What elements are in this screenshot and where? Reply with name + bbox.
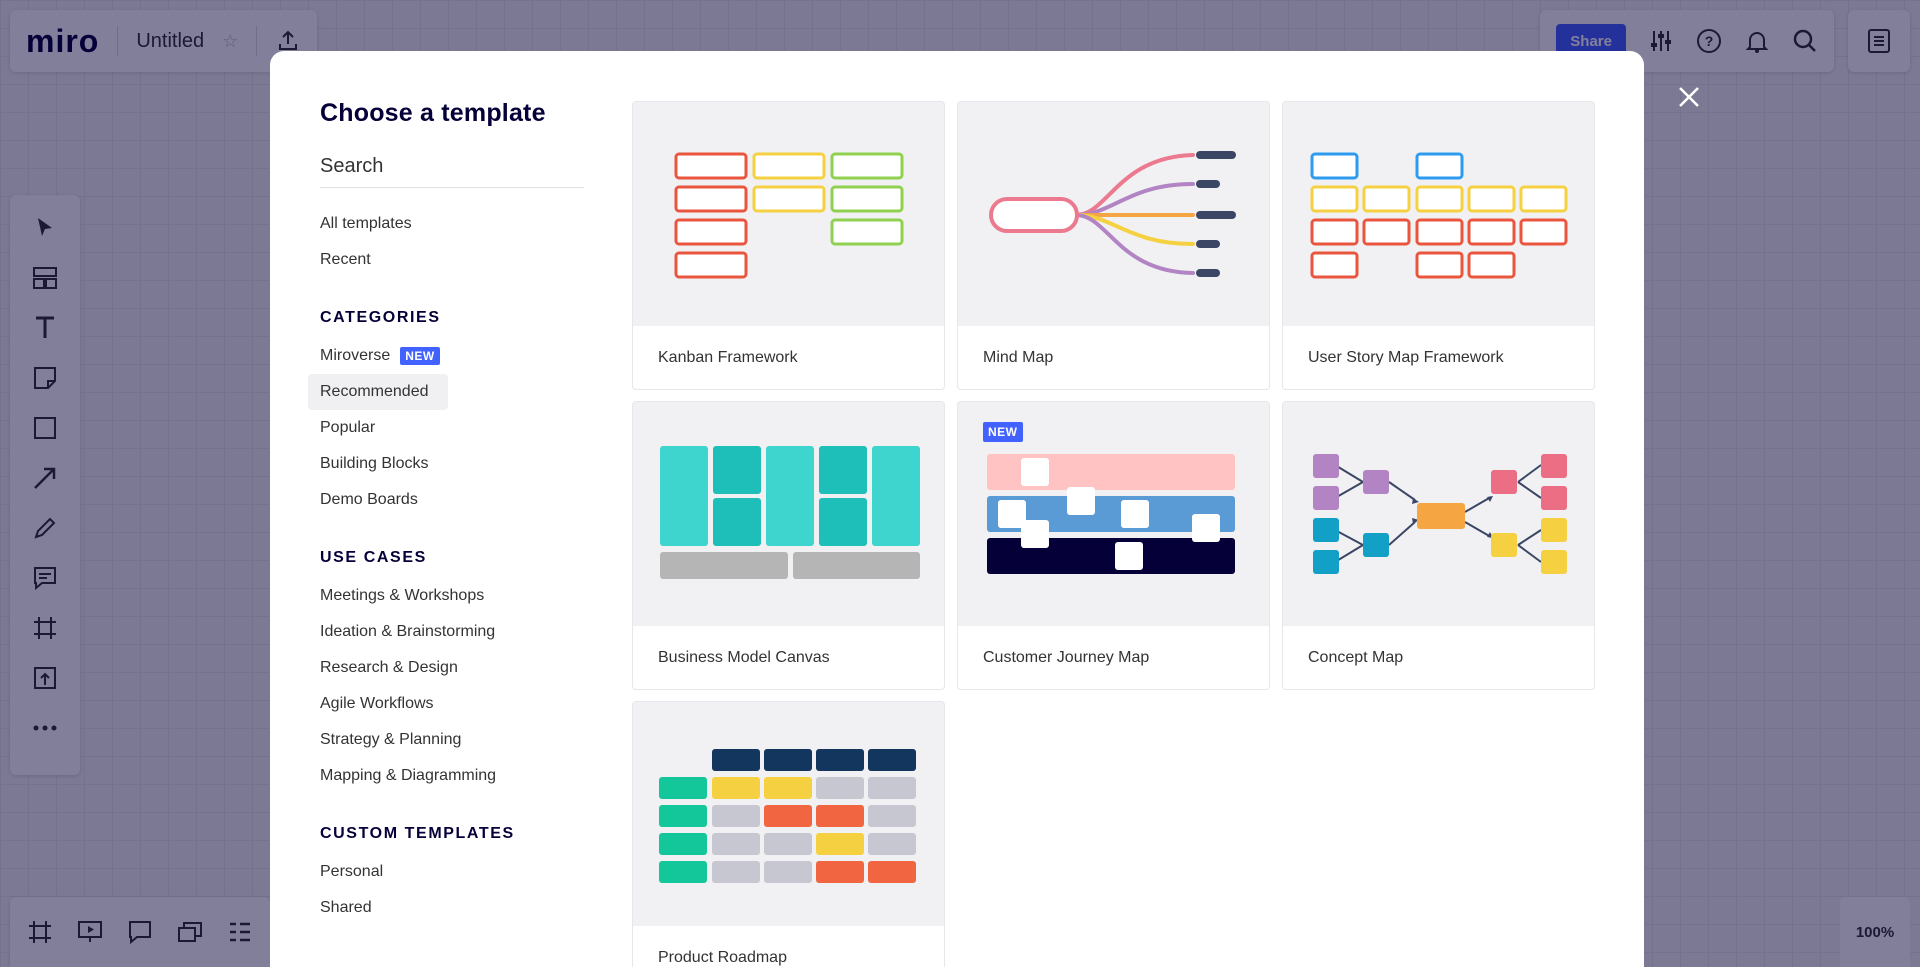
template-card-user-story-map[interactable]: User Story Map Framework xyxy=(1282,101,1595,390)
template-search-input[interactable] xyxy=(320,152,584,188)
template-card-label: Business Model Canvas xyxy=(658,649,830,666)
nav-use-case-meetings[interactable]: Meetings & Workshops xyxy=(320,578,584,614)
modal-title: Choose a template xyxy=(320,99,546,127)
nav-item-label: Miroverse xyxy=(320,347,391,364)
nav-category-miroverse[interactable]: Miroverse NEW xyxy=(320,338,584,374)
nav-custom-personal[interactable]: Personal xyxy=(320,854,584,890)
nav-top-list: All templates Recent xyxy=(320,206,584,278)
nav-category-popular[interactable]: Popular xyxy=(320,410,584,446)
template-card-label: Concept Map xyxy=(1308,649,1404,666)
nav-use-case-research[interactable]: Research & Design xyxy=(320,650,584,686)
template-card-label: Product Roadmap xyxy=(658,949,787,966)
template-card-product-roadmap[interactable]: Product Roadmap xyxy=(632,701,945,967)
nav-use-case-ideation[interactable]: Ideation & Brainstorming xyxy=(320,614,584,650)
new-badge: NEW xyxy=(400,347,440,365)
template-thumbnail xyxy=(633,402,944,626)
template-card-mind-map[interactable]: Mind Map xyxy=(957,101,1270,390)
new-badge: NEW xyxy=(983,422,1023,442)
template-thumbnail xyxy=(1283,102,1594,326)
template-thumbnail xyxy=(958,102,1269,326)
nav-category-recommended[interactable]: Recommended xyxy=(308,374,448,410)
nav-category-building-blocks[interactable]: Building Blocks xyxy=(320,446,584,482)
nav-category-demo-boards[interactable]: Demo Boards xyxy=(320,482,584,518)
use-cases-heading: USE CASES xyxy=(320,549,427,566)
nav-use-case-mapping[interactable]: Mapping & Diagramming xyxy=(320,758,584,794)
template-card-label: Customer Journey Map xyxy=(983,649,1150,666)
template-thumbnail xyxy=(633,702,944,926)
template-card-label: Mind Map xyxy=(983,349,1054,366)
template-card-kanban[interactable]: Kanban Framework xyxy=(632,101,945,390)
template-thumbnail xyxy=(633,102,944,326)
template-card-business-model-canvas[interactable]: Business Model Canvas xyxy=(632,401,945,690)
template-thumbnail xyxy=(1283,402,1594,626)
nav-all-templates[interactable]: All templates xyxy=(320,206,584,242)
template-sidebar: Choose a template All templates Recent C… xyxy=(308,99,584,926)
template-card-label: User Story Map Framework xyxy=(1308,349,1504,366)
close-modal-button[interactable] xyxy=(1674,82,1704,112)
categories-heading: CATEGORIES xyxy=(320,309,441,326)
nav-use-case-agile[interactable]: Agile Workflows xyxy=(320,686,584,722)
template-card-concept-map[interactable]: Concept Map xyxy=(1282,401,1595,690)
nav-custom-shared[interactable]: Shared xyxy=(320,890,584,926)
nav-use-case-strategy[interactable]: Strategy & Planning xyxy=(320,722,584,758)
close-icon xyxy=(1679,87,1699,107)
nav-recent[interactable]: Recent xyxy=(320,242,584,278)
template-card-customer-journey-map[interactable]: NEW Customer Journey Map xyxy=(957,401,1270,690)
template-chooser-modal: Choose a template All templates Recent C… xyxy=(270,51,1644,967)
template-card-label: Kanban Framework xyxy=(658,349,798,366)
custom-templates-heading: CUSTOM TEMPLATES xyxy=(320,825,515,842)
